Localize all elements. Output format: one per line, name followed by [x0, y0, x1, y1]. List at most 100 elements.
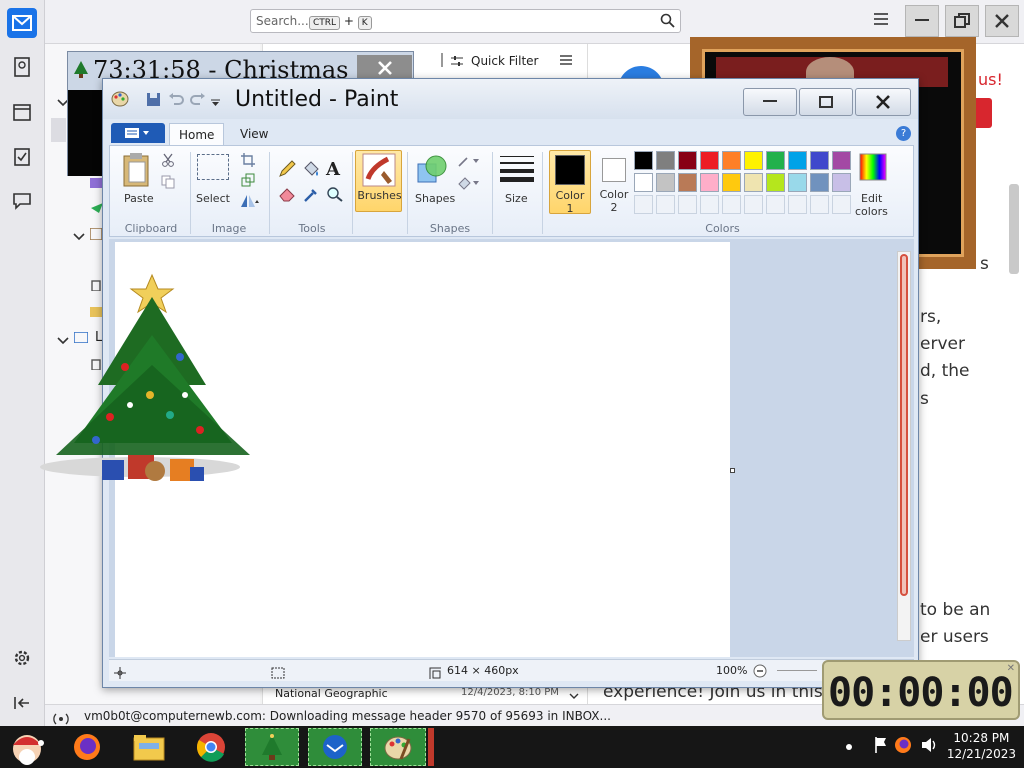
reader-scrollbar[interactable] — [1009, 184, 1019, 274]
copy-icon[interactable] — [161, 175, 175, 192]
gadget-close-icon[interactable]: ✕ — [1007, 663, 1015, 674]
settings-gear-icon[interactable] — [7, 643, 37, 673]
palette-swatch[interactable] — [766, 195, 785, 214]
app-menu-icon[interactable] — [873, 12, 889, 29]
palette-swatch[interactable] — [744, 195, 763, 214]
palette-swatch[interactable] — [700, 195, 719, 214]
palette-swatch[interactable] — [634, 173, 653, 192]
shape-fill-icon[interactable] — [457, 176, 481, 193]
list-options-icon[interactable] — [559, 53, 573, 70]
paint-taskbar-button[interactable] — [370, 728, 426, 766]
palette-swatch[interactable] — [678, 195, 697, 214]
help-icon[interactable]: ? — [896, 126, 911, 141]
vertical-scrollbar[interactable] — [897, 251, 911, 641]
crop-icon[interactable] — [241, 153, 255, 170]
zoom-slider[interactable] — [777, 670, 817, 671]
palette-swatch[interactable] — [744, 173, 763, 192]
mail-icon[interactable] — [7, 8, 37, 38]
edit-colors-button[interactable] — [858, 152, 892, 186]
palette-swatch[interactable] — [722, 195, 741, 214]
redo-icon[interactable] — [190, 92, 206, 109]
chat-icon[interactable] — [7, 186, 37, 216]
chrome-taskbar-button[interactable] — [190, 728, 232, 766]
color2-button[interactable]: Color 2 — [594, 150, 636, 214]
palette-swatch[interactable] — [766, 173, 785, 192]
zoom-out-icon[interactable] — [753, 664, 767, 686]
tab-view[interactable]: View — [231, 123, 277, 145]
stopwatch-gadget[interactable]: 00:00:00 ✕ — [822, 660, 1020, 720]
tasks-icon[interactable] — [7, 141, 37, 171]
palette-swatch[interactable] — [832, 195, 851, 214]
palette-swatch[interactable] — [634, 151, 653, 170]
text-tool-icon[interactable]: A — [326, 159, 340, 180]
chevron-down-icon[interactable] — [73, 230, 85, 244]
color1-button[interactable]: Color 1 — [549, 150, 591, 215]
palette-swatch[interactable] — [766, 151, 785, 170]
tb-restore-button[interactable] — [945, 5, 979, 37]
canvas-resize-handle[interactable] — [730, 468, 735, 473]
resize-icon[interactable] — [241, 173, 255, 190]
palette-swatch[interactable] — [722, 151, 741, 170]
shapes-icon[interactable] — [416, 154, 448, 189]
global-search-input[interactable]: Search... CTRL + K — [250, 9, 681, 33]
palette-swatch[interactable] — [788, 173, 807, 192]
brushes-button[interactable]: Brushes — [355, 150, 402, 212]
palette-swatch[interactable] — [810, 173, 829, 192]
outline-icon[interactable] — [457, 154, 481, 171]
rotate-icon[interactable] — [240, 194, 260, 211]
palette-swatch[interactable] — [678, 151, 697, 170]
fill-icon[interactable] — [302, 160, 320, 181]
file-menu-button[interactable] — [111, 123, 165, 143]
save-icon[interactable] — [146, 92, 161, 110]
palette-swatch[interactable] — [744, 151, 763, 170]
palette-swatch[interactable] — [788, 151, 807, 170]
palette-swatch[interactable] — [656, 195, 675, 214]
palette-swatch[interactable] — [700, 173, 719, 192]
christmas-countdown-taskbar-button[interactable] — [245, 728, 299, 766]
paste-button[interactable] — [120, 152, 152, 188]
paint-close-button[interactable] — [855, 88, 911, 116]
undo-icon[interactable] — [168, 92, 184, 109]
paint-app-icon[interactable] — [111, 91, 129, 110]
start-button[interactable] — [4, 728, 50, 766]
quick-filter-button[interactable]: Quick Filter — [471, 54, 538, 68]
volume-icon[interactable] — [921, 737, 937, 756]
explorer-taskbar-button[interactable] — [128, 728, 170, 766]
collapse-spaces-icon[interactable] — [7, 688, 37, 718]
palette-swatch[interactable] — [788, 195, 807, 214]
palette-swatch[interactable] — [700, 151, 719, 170]
tray-dot-icon[interactable] — [846, 744, 852, 750]
thunderbird-icon — [323, 735, 347, 759]
paint-minimize-button[interactable] — [743, 88, 797, 116]
palette-swatch[interactable] — [832, 151, 851, 170]
palette-swatch[interactable] — [656, 151, 675, 170]
tb-close-button[interactable] — [985, 5, 1019, 37]
cut-icon[interactable] — [161, 153, 175, 170]
palette-swatch[interactable] — [722, 173, 741, 192]
color-picker-icon[interactable] — [302, 186, 320, 205]
calendar-icon[interactable] — [7, 97, 37, 127]
paint-maximize-button[interactable] — [799, 88, 853, 116]
palette-swatch[interactable] — [810, 151, 829, 170]
quick-access-dropdown-icon[interactable] — [211, 96, 220, 110]
palette-swatch[interactable] — [832, 173, 851, 192]
pencil-icon[interactable] — [278, 160, 296, 181]
eraser-icon[interactable] — [278, 186, 296, 205]
palette-swatch[interactable] — [634, 195, 653, 214]
chevron-down-icon[interactable] — [569, 689, 579, 703]
scrollbar-thumb[interactable] — [900, 254, 908, 596]
thunderbird-taskbar-button[interactable] — [308, 728, 362, 766]
tb-minimize-button[interactable] — [905, 5, 939, 37]
palette-swatch[interactable] — [810, 195, 829, 214]
magnifier-icon[interactable] — [326, 186, 344, 205]
tray-firefox-icon[interactable] — [893, 735, 913, 758]
palette-swatch[interactable] — [656, 173, 675, 192]
tray-flag-icon[interactable] — [874, 736, 888, 757]
firefox-taskbar-button[interactable] — [66, 728, 108, 766]
palette-swatch[interactable] — [678, 173, 697, 192]
tab-home[interactable]: Home — [169, 123, 225, 145]
select-button[interactable] — [197, 154, 229, 180]
tray-clock[interactable]: 10:28 PM 12/21/2023 — [947, 730, 1016, 762]
address-book-icon[interactable] — [7, 52, 37, 82]
size-icon[interactable] — [500, 154, 534, 185]
